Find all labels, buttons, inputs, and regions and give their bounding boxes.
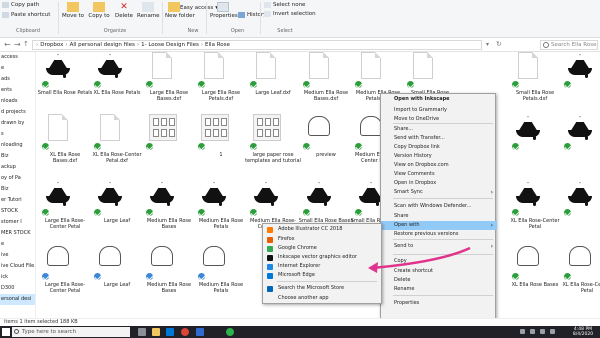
mail-icon[interactable] [166,328,174,336]
taskbar-search-input[interactable]: Type here to search [12,327,130,337]
cricut-icon[interactable] [226,328,234,336]
file-explorer-icon[interactable] [152,328,160,336]
volume-icon[interactable] [540,329,545,334]
chrome-icon[interactable] [181,328,189,336]
tray-icon[interactable] [520,329,525,334]
status-bar: items 1 item selected 188 KB [0,318,600,326]
pink-arrow-head [368,262,378,273]
taskbar: Type here to search 4:48 PM 8/4/2020 [0,326,600,338]
pink-arrow-annotation [368,246,471,273]
app-icon[interactable] [196,328,204,336]
pink-arrow-line [371,246,471,270]
network-icon[interactable] [530,329,535,334]
task-view-icon[interactable] [138,328,146,336]
windows-start-icon[interactable] [2,328,10,336]
search-icon [14,329,19,334]
taskbar-clock[interactable]: 4:48 PM 8/4/2020 [568,327,598,337]
battery-icon[interactable] [550,329,555,334]
